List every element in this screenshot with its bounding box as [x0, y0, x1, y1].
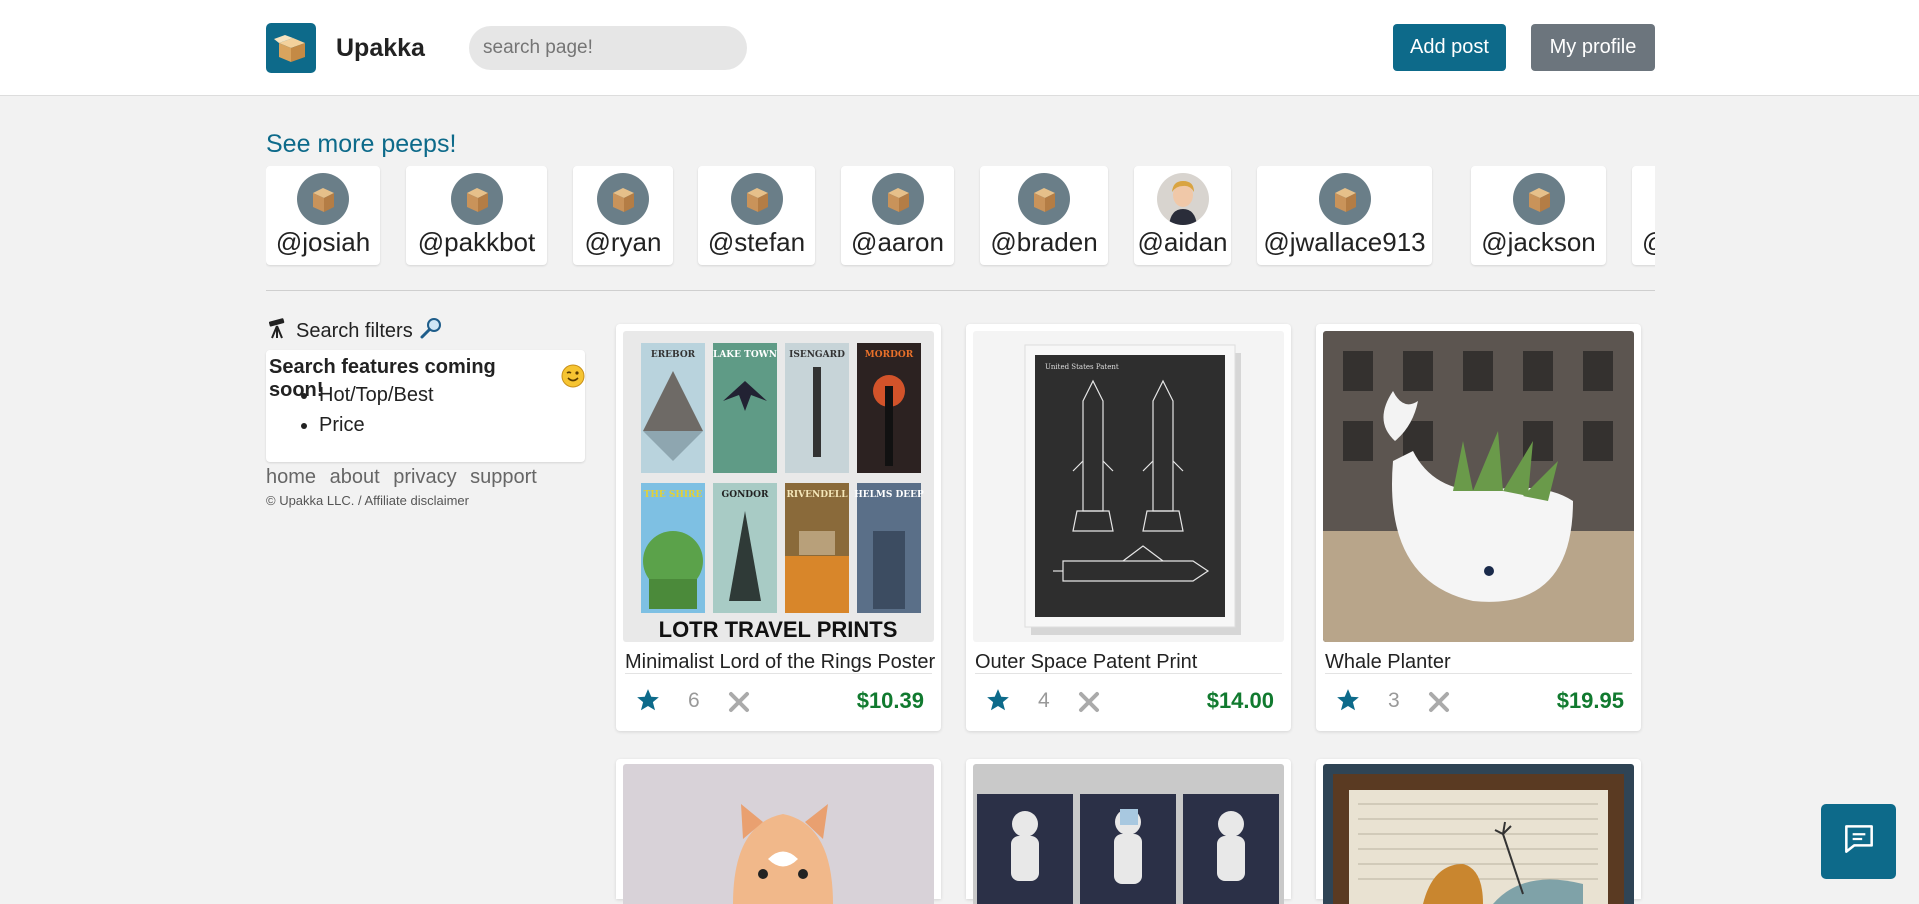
- star-count: 6: [688, 689, 700, 712]
- copyright: © Upakka LLC. / Affiliate disclaimer: [266, 493, 469, 508]
- link-about[interactable]: about: [330, 466, 380, 488]
- post-image[interactable]: EREBOR LAKE TOWN ISENGARD MORDOR THE SHI…: [623, 331, 934, 642]
- peep-card-pakkbot[interactable]: @pakkbot: [406, 166, 547, 265]
- post-card-partial[interactable]: [616, 759, 941, 904]
- peep-username: @jwallace913: [1263, 227, 1426, 257]
- poster-name: ISENGARD: [789, 350, 845, 360]
- box-avatar-icon: [1318, 173, 1371, 225]
- box-avatar-icon: [871, 173, 924, 225]
- post-card-space-patent[interactable]: United States Patent Outer Space Patent …: [966, 324, 1291, 731]
- peep-username: @stefan: [707, 227, 806, 257]
- poster-name: LAKE TOWN: [713, 350, 777, 360]
- chat-button[interactable]: [1821, 804, 1896, 879]
- star-icon[interactable]: [1335, 687, 1361, 718]
- photo-avatar-icon: [1156, 173, 1209, 225]
- link-home[interactable]: home: [266, 466, 316, 488]
- peep-card-jackson[interactable]: @jackson: [1471, 166, 1606, 265]
- box-avatar-icon: [297, 173, 349, 225]
- box-avatar-icon: [1512, 173, 1565, 225]
- search-filters-heading: Search filters: [266, 316, 443, 346]
- feature-list: Hot/Top/Best Price: [286, 380, 434, 440]
- link-support[interactable]: support: [470, 466, 537, 488]
- star-count: 4: [1038, 689, 1050, 712]
- close-icon[interactable]: [1427, 690, 1451, 719]
- box-avatar-icon: [450, 173, 503, 225]
- poster-name: MORDOR: [865, 350, 914, 360]
- peep-username: @aaron: [851, 227, 944, 257]
- post-title[interactable]: Outer Space Patent Print: [975, 651, 1287, 674]
- post-price: $19.95: [1556, 688, 1624, 713]
- divider: [975, 673, 1282, 674]
- chat-icon: [1840, 820, 1878, 863]
- peep-username: @: [1632, 227, 1655, 258]
- coming-soon-box: Search features coming soon! Hot/Top/Bes…: [266, 350, 585, 462]
- peep-username: @jackson: [1481, 227, 1596, 257]
- close-icon[interactable]: [1077, 690, 1101, 719]
- poster-name: RIVENDELL: [786, 490, 848, 500]
- box-avatar-icon: [597, 173, 649, 225]
- peep-card-partial[interactable]: @: [1632, 166, 1655, 265]
- poster-name: GONDOR: [722, 490, 769, 500]
- poster-name: EREBOR: [651, 350, 696, 360]
- star-icon[interactable]: [985, 687, 1011, 718]
- post-price: $10.39: [856, 688, 924, 713]
- image-caption: LOTR TRAVEL PRINTS: [659, 617, 898, 642]
- peep-username: @pakkbot: [417, 227, 536, 257]
- upakka-logo-icon[interactable]: [266, 23, 316, 73]
- peep-username: @braden: [990, 227, 1098, 257]
- post-card-whale-planter[interactable]: Whale Planter 3 $19.95: [1316, 324, 1641, 731]
- post-image[interactable]: [973, 764, 1284, 904]
- peep-card-aaron[interactable]: @aaron: [841, 166, 954, 265]
- peep-card-ryan[interactable]: @ryan: [573, 166, 673, 265]
- add-post-button[interactable]: Add post: [1393, 24, 1506, 71]
- post-image[interactable]: United States Patent: [973, 331, 1284, 642]
- feature-item: Hot/Top/Best: [319, 380, 434, 410]
- divider: [266, 290, 1655, 291]
- telescope-icon: [266, 316, 290, 346]
- my-profile-button[interactable]: My profile: [1531, 24, 1655, 71]
- box-avatar-icon: [730, 173, 783, 225]
- post-image[interactable]: [1323, 331, 1634, 642]
- peep-card-braden[interactable]: @braden: [980, 166, 1108, 265]
- peep-card-aidan[interactable]: @aidan: [1134, 166, 1231, 265]
- top-navbar: Upakka Add post My profile: [0, 0, 1919, 96]
- star-count: 3: [1388, 689, 1400, 712]
- close-icon[interactable]: [727, 690, 751, 719]
- post-price: $14.00: [1206, 688, 1274, 713]
- poster-name: HELMS DEEP: [854, 490, 924, 500]
- peep-card-josiah[interactable]: @josiah: [266, 166, 380, 265]
- peep-username: @aidan: [1137, 227, 1228, 257]
- post-image[interactable]: [623, 764, 934, 904]
- post-card-partial[interactable]: [1316, 759, 1641, 904]
- peep-card-jwallace913[interactable]: @jwallace913: [1257, 166, 1432, 265]
- peep-username: @ryan: [584, 227, 662, 257]
- post-title[interactable]: Whale Planter: [1325, 651, 1637, 674]
- wink-emoji-icon: [561, 364, 585, 394]
- patent-header: United States Patent: [1045, 363, 1119, 371]
- divider: [625, 673, 932, 674]
- peep-username: @josiah: [275, 227, 371, 257]
- footer-links: home about privacy support: [266, 466, 545, 489]
- star-icon[interactable]: [635, 687, 661, 718]
- link-privacy[interactable]: privacy: [393, 466, 456, 488]
- poster-name: THE SHIRE: [644, 490, 703, 500]
- search-input[interactable]: [469, 26, 747, 70]
- peep-card-stefan[interactable]: @stefan: [698, 166, 815, 265]
- feature-item: Price: [319, 410, 434, 440]
- magnifier-icon: [419, 316, 443, 346]
- post-card-partial[interactable]: [966, 759, 1291, 904]
- post-image[interactable]: [1323, 764, 1634, 904]
- peeps-heading: See more peeps!: [266, 130, 457, 158]
- brand-name[interactable]: Upakka: [336, 34, 425, 63]
- post-title[interactable]: Minimalist Lord of the Rings Poster: [625, 651, 937, 674]
- peeps-strip[interactable]: @josiah @pakkbot @ryan @stefan @aaron @b…: [266, 166, 1655, 268]
- post-card-lotr[interactable]: EREBOR LAKE TOWN ISENGARD MORDOR THE SHI…: [616, 324, 941, 731]
- divider: [1325, 673, 1632, 674]
- search-filters-label: Search filters: [296, 319, 413, 342]
- box-avatar-icon: [1018, 173, 1070, 225]
